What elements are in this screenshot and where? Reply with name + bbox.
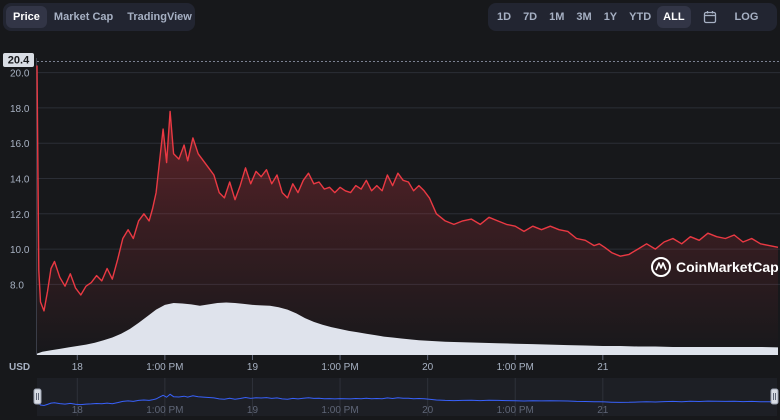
x-tick-label: 1:00 PM: [321, 362, 358, 373]
price-chart: 20.4 8.0 10.0 12.0 14.0 16.0 18.0 20.0 18 1:00 …: [3, 53, 780, 416]
x-tick-label: 20: [422, 362, 434, 373]
y-tick-label: 20.0: [10, 69, 30, 80]
navigator-tick-label: 1:00 PM: [321, 405, 358, 416]
navigator-tick-label: 18: [72, 405, 84, 416]
y-tick-label: 14.0: [10, 174, 30, 185]
y-tick-label: 8.0: [10, 280, 24, 291]
navigator-tick-label: 1:00 PM: [146, 405, 183, 416]
watermark-text: CoinMarketCap: [676, 259, 779, 275]
x-tick-label: 1:00 PM: [146, 362, 183, 373]
x-axis: 18 1:00 PM 19 1:00 PM 20 1:00 PM 21: [72, 355, 609, 373]
navigator[interactable]: 18 1:00 PM 19 1:00 PM 20 1:00 PM 21: [33, 378, 779, 416]
y-tick-label: 10.0: [10, 245, 30, 256]
x-tick-label: 21: [597, 362, 609, 373]
navigator-tick-label: 20: [422, 405, 434, 416]
x-tick-label: 19: [247, 362, 259, 373]
navigator-tick-label: 1:00 PM: [497, 405, 534, 416]
navigator-left-handle[interactable]: [33, 388, 42, 405]
y-axis: 8.0 10.0 12.0 14.0 16.0 18.0 20.0: [10, 69, 30, 292]
y-tick-label: 18.0: [10, 104, 30, 115]
navigator-tick-label: 19: [247, 405, 259, 416]
current-price-label: 20.4: [8, 55, 30, 67]
navigator-right-handle[interactable]: [770, 388, 779, 405]
y-tick-label: 16.0: [10, 139, 30, 150]
price-area: [37, 65, 778, 355]
currency-label: USD: [9, 362, 30, 373]
x-tick-label: 18: [72, 362, 84, 373]
y-tick-label: 12.0: [10, 210, 30, 221]
navigator-tick-label: 21: [597, 405, 609, 416]
x-tick-label: 1:00 PM: [497, 362, 534, 373]
